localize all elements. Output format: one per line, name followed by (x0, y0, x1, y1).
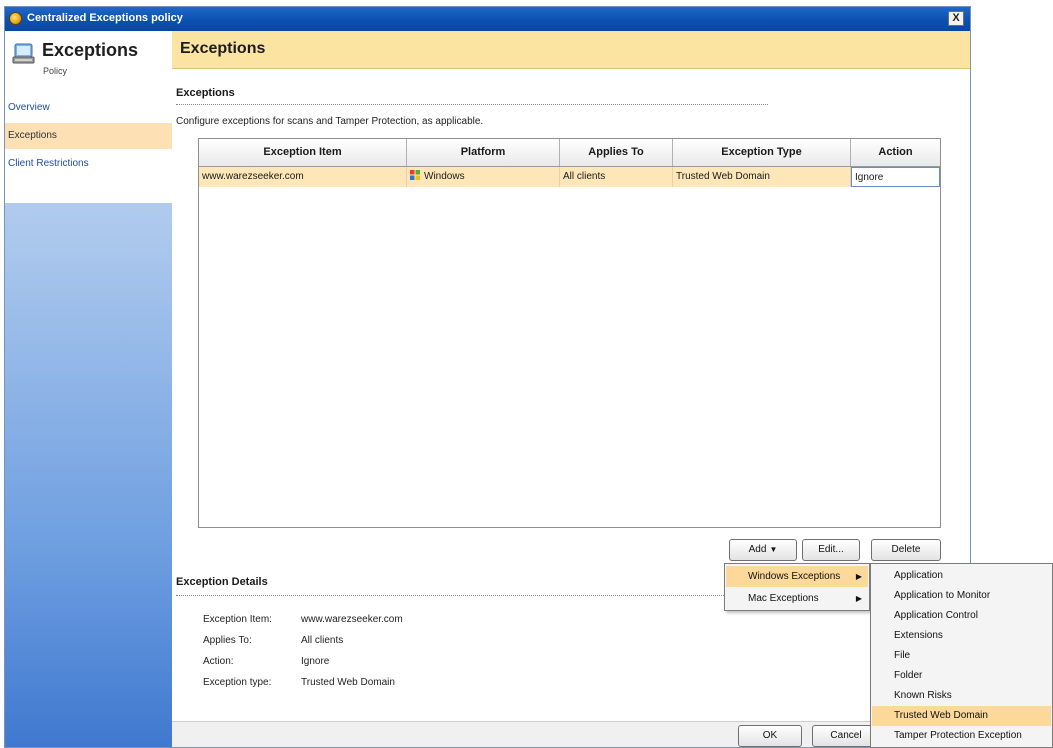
menu-item-mac-exceptions-label: Mac Exceptions (748, 593, 819, 604)
nav-item-client-restrictions[interactable]: Client Restrictions (5, 151, 172, 177)
delete-button[interactable]: Delete (871, 539, 941, 561)
edit-button[interactable]: Edit... (802, 539, 860, 561)
section-description: Configure exceptions for scans and Tampe… (176, 116, 484, 127)
submenu-item-file[interactable]: File (872, 646, 1051, 666)
dialog-button-bar: OK Cancel (172, 721, 970, 747)
menu-item-mac-exceptions[interactable]: Mac Exceptions ▶ (726, 588, 868, 609)
submenu-arrow-icon: ▶ (855, 572, 862, 581)
submenu-item-trusted-web-domain[interactable]: Trusted Web Domain (872, 706, 1051, 726)
cell-exception-item: www.warezseeker.com (199, 167, 407, 187)
submenu-item-application-to-monitor[interactable]: Application to Monitor (872, 586, 1051, 606)
policy-icon (12, 43, 35, 64)
title-bar[interactable]: Centralized Exceptions policy X (5, 7, 970, 31)
detail-label-item: Exception Item: (203, 614, 272, 625)
exceptions-table: Exception Item Platform Applies To Excep… (198, 138, 941, 528)
policy-window: Centralized Exceptions policy X Exceptio… (4, 6, 971, 748)
dropdown-arrow-icon: ▼ (769, 545, 778, 554)
close-button[interactable]: X (948, 11, 964, 26)
detail-value-applies: All clients (301, 635, 344, 646)
page-header-band: Exceptions (172, 31, 970, 69)
cell-action: Ignore (851, 167, 940, 187)
submenu-item-extensions[interactable]: Extensions (872, 626, 1051, 646)
section-divider (176, 104, 768, 105)
cell-exception-type: Trusted Web Domain (673, 167, 851, 187)
table-row[interactable]: www.warezseeker.com Windows All clients … (199, 167, 940, 187)
menu-item-windows-exceptions[interactable]: Windows Exceptions ▶ (726, 566, 868, 587)
nav-item-exceptions[interactable]: Exceptions (5, 123, 172, 149)
submenu-arrow-icon: ▶ (855, 594, 862, 603)
cell-platform: Windows (407, 167, 560, 187)
details-title: Exception Details (176, 576, 268, 588)
section-title: Exceptions (176, 87, 235, 99)
page-title: Exceptions (180, 40, 266, 57)
detail-value-type: Trusted Web Domain (301, 677, 395, 688)
column-header-exception-type[interactable]: Exception Type (673, 139, 851, 166)
submenu-item-application-control[interactable]: Application Control (872, 606, 1051, 626)
add-button[interactable]: Add ▼ (729, 539, 797, 561)
detail-label-action: Action: (203, 656, 234, 667)
submenu-item-tamper-protection-exception[interactable]: Tamper Protection Exception (872, 726, 1051, 746)
column-header-platform[interactable]: Platform (407, 139, 560, 166)
table-header: Exception Item Platform Applies To Excep… (199, 139, 940, 167)
detail-label-type: Exception type: (203, 677, 272, 688)
cell-platform-label: Windows (424, 171, 465, 182)
app-shield-icon (9, 12, 22, 25)
windows-exceptions-submenu: Application Application to Monitor Appli… (870, 563, 1053, 748)
add-dropdown-menu: Windows Exceptions ▶ Mac Exceptions ▶ (724, 563, 870, 611)
nav-item-overview[interactable]: Overview (5, 95, 172, 121)
details-divider (176, 595, 728, 596)
submenu-item-known-risks[interactable]: Known Risks (872, 686, 1051, 706)
column-header-applies-to[interactable]: Applies To (560, 139, 673, 166)
submenu-item-folder[interactable]: Folder (872, 666, 1051, 686)
nav-header-title: Exceptions (42, 40, 139, 60)
nav-header: Exceptions Policy (5, 31, 172, 89)
menu-item-windows-exceptions-label: Windows Exceptions (748, 571, 841, 582)
detail-value-action: Ignore (301, 656, 330, 667)
detail-value-item: www.warezseeker.com (301, 614, 403, 625)
add-button-label: Add (748, 544, 767, 555)
left-navigation: Exceptions Policy Overview Exceptions Cl… (5, 31, 172, 747)
submenu-item-application[interactable]: Application (872, 566, 1051, 586)
detail-label-applies: Applies To: (203, 635, 252, 646)
nav-header-subtitle: Policy (43, 66, 68, 76)
column-header-exception-item[interactable]: Exception Item (199, 139, 407, 166)
cell-applies-to: All clients (560, 167, 673, 187)
windows-logo-icon (410, 170, 420, 181)
column-header-action[interactable]: Action (851, 139, 940, 166)
ok-button[interactable]: OK (738, 725, 802, 747)
window-title: Centralized Exceptions policy (27, 12, 183, 24)
nav-list: Overview Exceptions Client Restrictions (5, 89, 172, 203)
